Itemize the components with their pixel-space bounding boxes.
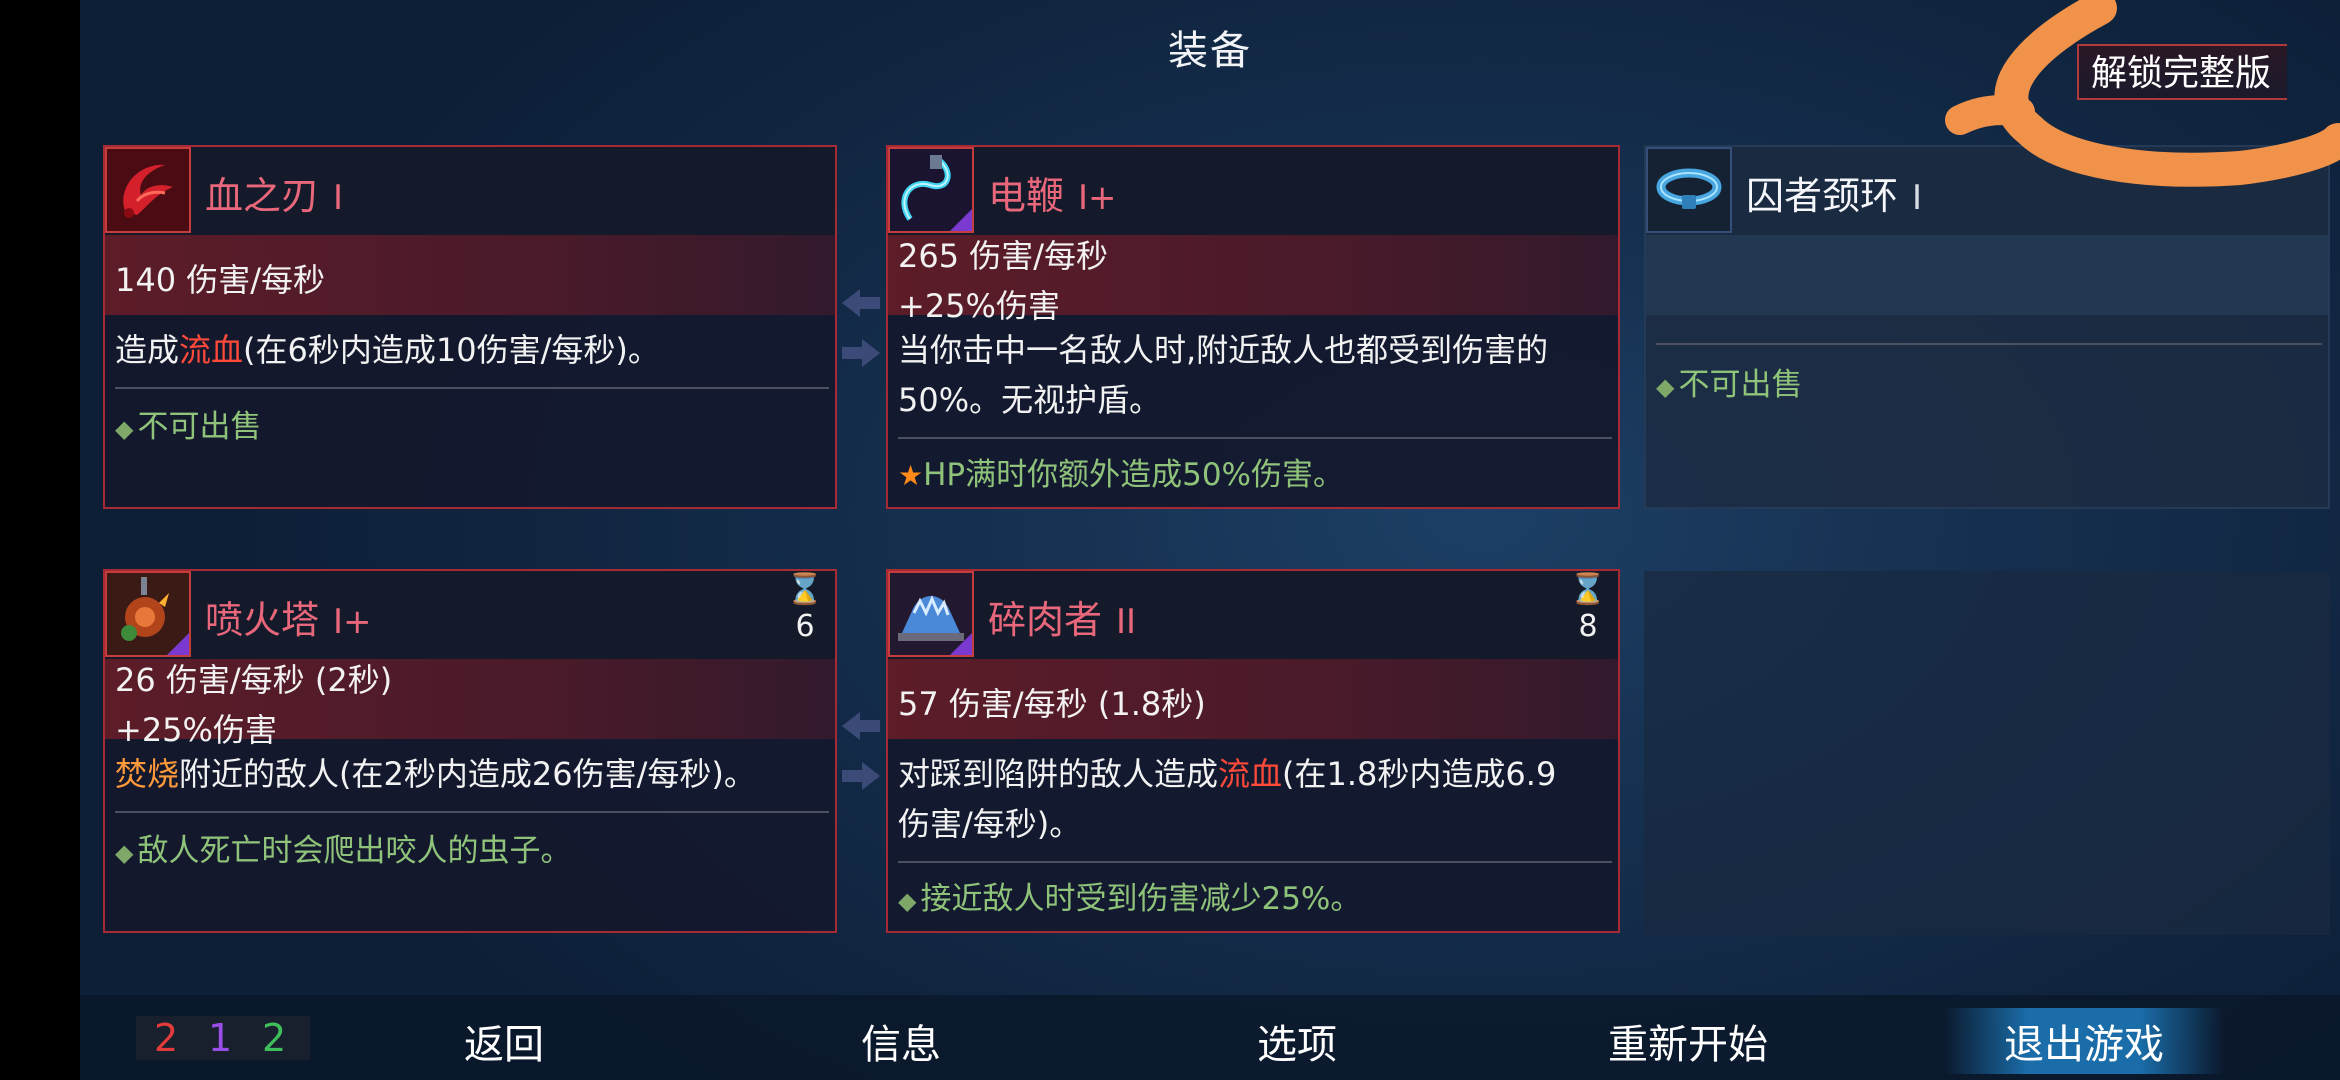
item-note: ★HP满时你额外造成50%伤害。 — [898, 457, 1345, 493]
item-dps: 140 伤害/每秒 — [115, 261, 326, 299]
menu-info-button[interactable]: 信息 — [861, 1012, 941, 1070]
item-tier: II — [1116, 602, 1137, 642]
equipment-card-blood-blade[interactable]: 血之刃 I 140 伤害/每秒 造成流血(在6秒内造成10伤害/每秒)。 ◆ 不可出… — [103, 145, 837, 509]
divider — [898, 437, 1612, 439]
divider — [1656, 343, 2322, 345]
diamond-icon: ◆ — [1656, 373, 1675, 401]
item-note: ◆ 不可出售 — [1656, 367, 1803, 403]
item-description: 对踩到陷阱的敌人造成流血(在1.8秒内造成6.9 伤害/每秒)。 — [898, 755, 1557, 843]
divider — [115, 811, 829, 813]
diamond-icon: ◆ — [898, 887, 917, 915]
hourglass-icon: ⌛ — [1569, 572, 1607, 607]
item-bonus: +25%伤害 — [898, 287, 1060, 325]
item-description: 当你击中一名敌人时,附近敌人也都受到伤害的 50%。无视护盾。 — [898, 331, 1549, 419]
divider — [115, 387, 829, 389]
item-name: 血之刃 I — [205, 174, 344, 218]
swap-left-arrow-icon[interactable] — [840, 285, 882, 321]
hourglass-icon: ⌛ — [786, 572, 824, 607]
electric-whip-icon — [888, 147, 974, 233]
menu-restart-button[interactable]: 重新开始 — [1608, 1012, 1768, 1070]
item-bonus: +25%伤害 — [115, 711, 277, 749]
cooldown-value: 8 — [1578, 609, 1598, 644]
star-icon: ★ — [898, 459, 924, 492]
item-tier: I — [333, 178, 344, 218]
orange-scribble-annotation — [1945, 0, 2340, 187]
item-tier: I — [1912, 178, 1923, 218]
empty-equipment-slot[interactable] — [1644, 571, 2330, 935]
item-note: ◆ 不可出售 — [115, 409, 262, 445]
item-description: 造成流血(在6秒内造成10伤害/每秒)。 — [115, 331, 660, 369]
meat-grinder-icon — [888, 571, 974, 657]
item-dps: 57 伤害/每秒 (1.8秒) — [898, 685, 1206, 723]
diamond-icon: ◆ — [115, 415, 134, 443]
blood-blade-icon — [105, 147, 191, 233]
tactics-count: 1 — [208, 1016, 233, 1060]
item-tier: I+ — [1078, 178, 1117, 218]
brutality-count: 2 — [154, 1016, 179, 1060]
burn-keyword: 焚烧 — [115, 755, 180, 793]
survival-count: 2 — [262, 1016, 287, 1060]
swap-right-arrow-icon[interactable] — [840, 758, 882, 794]
prisoner-collar-icon — [1646, 147, 1732, 233]
item-name: 囚者颈环 I — [1746, 174, 1923, 218]
swap-right-arrow-icon[interactable] — [840, 335, 882, 371]
swap-left-arrow-icon[interactable] — [840, 708, 882, 744]
equipment-card-flamethrower[interactable]: 喷火塔 I+ ⌛ 6 26 伤害/每秒 (2秒) +25%伤害 焚烧附近的敌人(在… — [103, 569, 837, 933]
menu-quit-game-button[interactable]: 退出游戏 — [1944, 1008, 2224, 1074]
item-dps: 265 伤害/每秒 — [898, 237, 1109, 275]
item-dps: 26 伤害/每秒 (2秒) — [115, 661, 393, 699]
equipment-card-meat-grinder[interactable]: 碎肉者 II ⌛ 8 57 伤害/每秒 (1.8秒) 对踩到陷阱的敌人造成流血(在… — [886, 569, 1620, 933]
item-note: ◆ 敌人死亡时会爬出咬人的虫子。 — [115, 833, 572, 869]
menu-back-button[interactable]: 返回 — [464, 1012, 544, 1070]
diamond-icon: ◆ — [115, 839, 134, 867]
item-description: 焚烧附近的敌人(在2秒内造成26伤害/每秒)。 — [115, 755, 756, 793]
item-name: 电鞭 I+ — [988, 174, 1117, 218]
flamethrower-turret-icon — [105, 571, 191, 657]
equipment-card-electric-whip[interactable]: 电鞭 I+ 265 伤害/每秒 +25%伤害 当你击中一名敌人时,附近敌人也都受到… — [886, 145, 1620, 509]
menu-options-button[interactable]: 选项 — [1257, 1012, 1337, 1070]
item-name: 碎肉者 II — [988, 598, 1137, 642]
scroll-counter: 2 1 2 — [136, 1016, 310, 1060]
cooldown-timer: ⌛ 8 — [1568, 573, 1608, 647]
item-name: 喷火塔 I+ — [205, 598, 372, 642]
bleed-keyword: 流血 — [179, 331, 244, 369]
cooldown-timer: ⌛ 6 — [785, 573, 825, 647]
item-tier: I+ — [333, 602, 372, 642]
bleed-keyword: 流血 — [1218, 755, 1283, 793]
item-note: ◆ 接近敌人时受到伤害减少25%。 — [898, 881, 1362, 917]
cooldown-value: 6 — [795, 609, 815, 644]
card-stat-band — [1646, 235, 2328, 315]
equipment-screen: 装备 血之刃 I 140 伤害/每秒 造成流血(在6秒内造成10伤害/每秒)。 ◆… — [80, 0, 2340, 1080]
divider — [898, 861, 1612, 863]
